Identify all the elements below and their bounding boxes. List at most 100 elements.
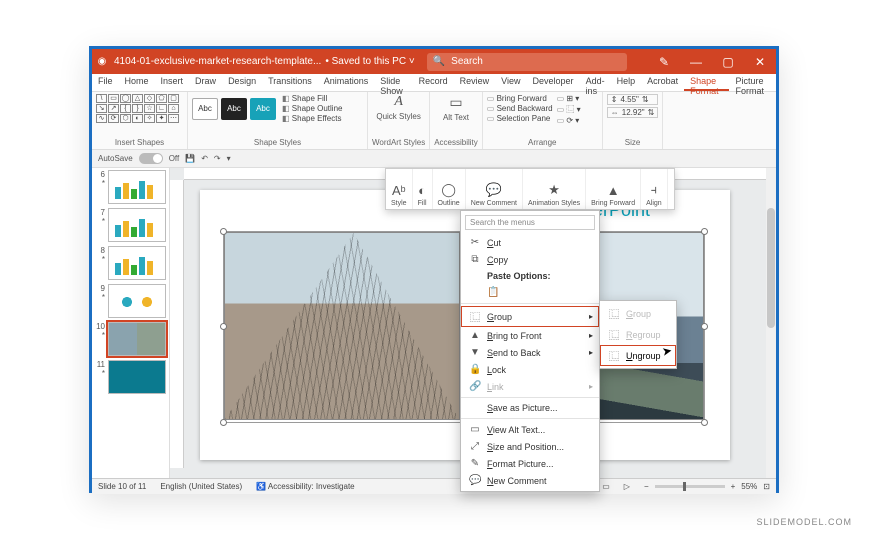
- pen-icon[interactable]: ✎: [648, 55, 680, 69]
- tab-transitions[interactable]: Transitions: [262, 74, 318, 91]
- selection-pane-button[interactable]: Selection Pane: [487, 114, 553, 123]
- zoom-level[interactable]: 55%: [741, 482, 757, 491]
- search-box[interactable]: 🔍 Search: [427, 53, 627, 71]
- alt-text-button[interactable]: ▭ Alt Text: [434, 94, 478, 122]
- shapes-gallery[interactable]: \▭◯△◇⬠▢ ↘↗{}☆∟⌂ ∿⟳⬡◐✧✦⋯: [96, 94, 183, 123]
- maximize-button[interactable]: ▢: [712, 55, 744, 69]
- menu-paste-picture[interactable]: 📋: [461, 284, 599, 301]
- mini-toolbar[interactable]: AᵇStyle◐Fill◯Outline💬New Comment★Animati…: [385, 168, 675, 210]
- thumbnail-slide-8[interactable]: 8*: [95, 246, 166, 280]
- menu-cut[interactable]: ✂Cut: [461, 234, 599, 251]
- resize-handle[interactable]: [220, 419, 227, 426]
- autosave-toggle[interactable]: [139, 153, 163, 164]
- photo-bridge[interactable]: [224, 232, 460, 420]
- slideshow-button[interactable]: ▷: [624, 482, 630, 491]
- slide-thumbnails[interactable]: 6* 7* 8* 9* 10* 11*: [92, 168, 170, 478]
- thumbnail-slide-7[interactable]: 7*: [95, 208, 166, 242]
- ribbon-tabs: FileHomeInsertDrawDesignTransitionsAnima…: [92, 74, 776, 92]
- resize-handle[interactable]: [701, 228, 708, 235]
- qat-more-icon[interactable]: ▾: [227, 154, 231, 163]
- menu-send-to-back[interactable]: ▼Send to Back: [461, 344, 599, 361]
- resize-handle[interactable]: [220, 323, 227, 330]
- tab-view[interactable]: View: [495, 74, 526, 91]
- reading-view-button[interactable]: ▭: [602, 482, 610, 491]
- tab-slide-show[interactable]: Slide Show: [374, 74, 412, 91]
- send-backward-button[interactable]: Send Backward: [487, 104, 553, 113]
- minimize-button[interactable]: —: [680, 55, 712, 69]
- thumbnail-slide-9[interactable]: 9*: [95, 284, 166, 318]
- width-input[interactable]: ⇔ 12.92" ⇅: [607, 107, 659, 118]
- align-button[interactable]: ⊞ ▾: [557, 94, 581, 103]
- swatch[interactable]: Abc: [221, 98, 247, 120]
- mini-fill-button[interactable]: ◐Fill: [413, 169, 433, 209]
- tab-file[interactable]: File: [92, 74, 119, 91]
- tab-acrobat[interactable]: Acrobat: [641, 74, 684, 91]
- context-menu[interactable]: Search the menus ✂Cut⧉CopyPaste Options:…: [460, 210, 600, 492]
- quick-styles-button[interactable]: A Quick Styles: [372, 94, 425, 121]
- swatch[interactable]: Abc: [250, 98, 276, 120]
- tab-add-ins[interactable]: Add-ins: [580, 74, 611, 91]
- zoom-out-button[interactable]: −: [644, 482, 649, 491]
- mini-style-button[interactable]: AᵇStyle: [386, 169, 413, 209]
- search-icon: 🔍: [433, 56, 445, 67]
- tab-picture-format[interactable]: Picture Format: [729, 74, 776, 91]
- menu-copy[interactable]: ⧉Copy: [461, 251, 599, 268]
- redo-icon[interactable]: ↷: [214, 154, 221, 163]
- slide-counter[interactable]: Slide 10 of 11: [98, 482, 146, 491]
- thumbnail-slide-11[interactable]: 11*: [95, 360, 166, 394]
- shape-effects-button[interactable]: Shape Effects: [282, 114, 342, 123]
- menu-paste-options[interactable]: Paste Options:: [461, 268, 599, 284]
- zoom-slider[interactable]: [655, 485, 725, 488]
- thumbnail-slide-10[interactable]: 10*: [95, 322, 166, 356]
- language-status[interactable]: English (United States): [160, 482, 242, 491]
- menu-bring-to-front[interactable]: ▲Bring to Front: [461, 327, 599, 344]
- tab-record[interactable]: Record: [413, 74, 454, 91]
- tab-shape-format[interactable]: Shape Format: [684, 74, 729, 91]
- mini-outline-button[interactable]: ◯Outline: [433, 169, 466, 209]
- bring-forward-button[interactable]: Bring Forward: [487, 94, 553, 103]
- resize-handle[interactable]: [701, 323, 708, 330]
- mini-align-button[interactable]: ⫞Align: [641, 169, 668, 209]
- menu-view-alt-text[interactable]: ▭View Alt Text...: [461, 421, 599, 438]
- shape-outline-button[interactable]: Shape Outline: [282, 104, 342, 113]
- shape-fill-button[interactable]: Shape Fill: [282, 94, 342, 103]
- mini-bring-forward-button[interactable]: ▲Bring Forward: [586, 169, 641, 209]
- menu-lock[interactable]: 🔒Lock: [461, 361, 599, 378]
- swatch[interactable]: Abc: [192, 98, 218, 120]
- mini-animation-styles-button[interactable]: ★Animation Styles: [523, 169, 586, 209]
- tab-review[interactable]: Review: [454, 74, 496, 91]
- fit-button[interactable]: ⊡: [763, 482, 770, 491]
- close-button[interactable]: ✕: [744, 55, 776, 69]
- accessibility-status[interactable]: ♿ Accessibility: Investigate: [256, 482, 354, 491]
- vertical-scrollbar[interactable]: [766, 168, 776, 478]
- menu-search[interactable]: Search the menus: [465, 215, 595, 230]
- group-submenu[interactable]: ⿺Group⿺Regroup⿺Ungroup: [599, 300, 677, 369]
- group-button[interactable]: ⿺ ▾: [557, 104, 581, 115]
- rotate-button[interactable]: ⟳ ▾: [557, 116, 581, 125]
- menu-save-as-picture[interactable]: Save as Picture...: [461, 400, 599, 416]
- menu-new-comment[interactable]: 💬New Comment: [461, 472, 599, 489]
- save-state[interactable]: Saved to this PC ˅: [325, 56, 414, 67]
- tab-animations[interactable]: Animations: [318, 74, 375, 91]
- resize-handle[interactable]: [220, 228, 227, 235]
- tab-insert[interactable]: Insert: [155, 74, 190, 91]
- tab-design[interactable]: Design: [222, 74, 262, 91]
- undo-icon[interactable]: ↶: [201, 154, 208, 163]
- tab-help[interactable]: Help: [611, 74, 642, 91]
- tab-developer[interactable]: Developer: [527, 74, 580, 91]
- tab-home[interactable]: Home: [119, 74, 155, 91]
- save-icon[interactable]: 💾: [185, 154, 195, 163]
- menu-format-picture[interactable]: ✎Format Picture...: [461, 455, 599, 472]
- resize-handle[interactable]: [701, 419, 708, 426]
- zoom-control[interactable]: − + 55% ⊡: [644, 482, 770, 491]
- app-window: ◉ 4104-01-exclusive-market-research-temp…: [89, 46, 779, 493]
- zoom-in-button[interactable]: +: [731, 482, 736, 491]
- mini-new-comment-button[interactable]: 💬New Comment: [466, 169, 523, 209]
- height-input[interactable]: ⇕ 4.55" ⇅: [607, 94, 659, 105]
- menu-group[interactable]: ⿺Group: [461, 306, 599, 327]
- group-label: Shape Styles: [192, 137, 363, 147]
- tab-draw[interactable]: Draw: [189, 74, 222, 91]
- thumbnail-slide-6[interactable]: 6*: [95, 170, 166, 204]
- menu-size-and-position[interactable]: ⤢Size and Position...: [461, 438, 599, 455]
- style-swatches[interactable]: Abc Abc Abc: [192, 98, 276, 120]
